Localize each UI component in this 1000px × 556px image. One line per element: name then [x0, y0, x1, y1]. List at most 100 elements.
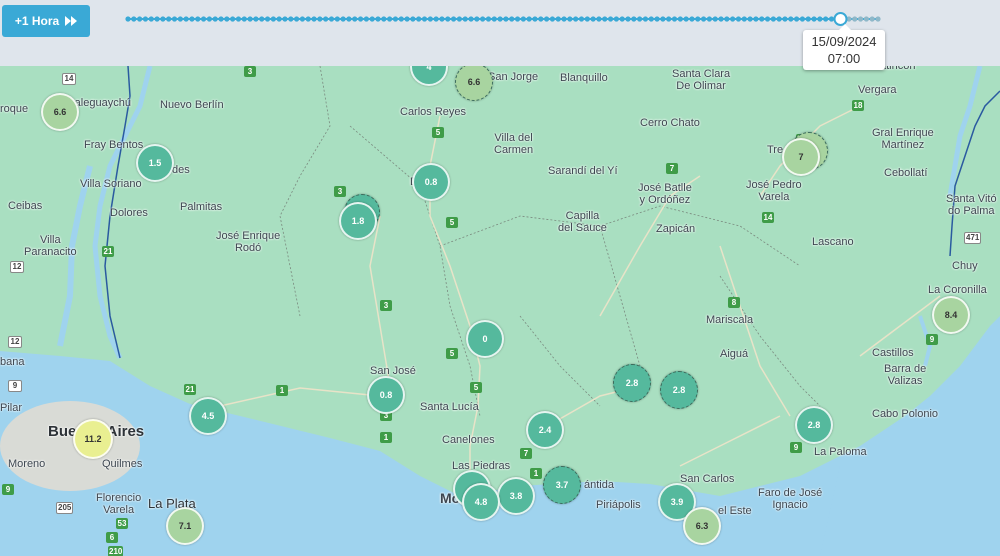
route-shield: 21 [102, 246, 114, 257]
place-label: Zapicán [656, 223, 696, 235]
value-marker[interactable]: 6.6 [41, 93, 79, 131]
timeline-step [823, 16, 829, 22]
place-label: el Este [718, 505, 752, 517]
value-marker[interactable]: 1.8 [339, 202, 377, 240]
timeline-step [352, 16, 358, 22]
timeline-step [311, 16, 317, 22]
value-marker[interactable]: 0.8 [412, 163, 450, 201]
route-shield: 6 [106, 532, 118, 543]
route-shield: 1 [530, 468, 542, 479]
value-marker[interactable]: 7 [782, 138, 820, 176]
timeline-step [619, 16, 625, 22]
value-marker[interactable]: 2.8 [613, 364, 651, 402]
timeline-step [666, 16, 672, 22]
timeline-step [706, 16, 712, 22]
route-shield: 7 [520, 448, 532, 459]
timeline-step [276, 16, 282, 22]
value-marker[interactable]: 0 [466, 320, 504, 358]
place-label: Quilmes [102, 458, 143, 470]
timeline-step [317, 16, 323, 22]
place-label: Piriápolis [596, 499, 641, 511]
timeline-step [387, 16, 393, 22]
place-label: Nuevo Berlín [160, 99, 224, 111]
timeline-step [375, 16, 381, 22]
place-label: Blanquillo [560, 72, 608, 84]
timeline-step [212, 16, 218, 22]
timeline-step [759, 16, 765, 22]
timeline-step [509, 16, 515, 22]
timeline-step [747, 16, 753, 22]
value-marker[interactable]: 6.3 [683, 507, 721, 545]
timeline-step [166, 16, 172, 22]
place-label: José Pedro Varela [746, 179, 802, 203]
value-marker[interactable]: 8.4 [932, 296, 970, 334]
route-shield: 210 [108, 546, 124, 556]
timeline-step [497, 16, 503, 22]
place-label: San José [370, 365, 416, 377]
timeline-step [613, 16, 619, 22]
timeline-step [328, 16, 335, 22]
timeline-step [189, 16, 195, 22]
place-label: José Batlle y Ordóñez [638, 182, 692, 206]
value-marker[interactable]: 2.8 [660, 371, 698, 409]
timeline-step [817, 16, 823, 22]
timeline-step [642, 16, 649, 22]
place-label: Capilla del Sauce [558, 210, 607, 234]
value-marker[interactable]: 3.8 [497, 477, 535, 515]
timeline-step [788, 16, 794, 22]
value-marker[interactable]: 2.4 [526, 411, 564, 449]
timeline-step [863, 16, 869, 22]
place-label: La Paloma [814, 446, 867, 458]
tooltip-date: 15/09/2024 [811, 34, 877, 49]
timeline-step [154, 16, 160, 22]
value-marker[interactable]: 7.1 [166, 507, 204, 545]
value-marker[interactable]: 11.2 [73, 419, 113, 459]
timeline-step [480, 16, 486, 22]
timeline-step [730, 16, 736, 22]
place-label: Aiguá [720, 348, 749, 360]
place-label: Gral Enrique Martínez [872, 127, 934, 151]
value-marker[interactable]: 3.7 [543, 466, 581, 504]
timeline-step [590, 16, 596, 22]
place-label: Carlos Reyes [400, 106, 467, 118]
place-label: La Coronilla [928, 284, 987, 296]
value-marker[interactable]: 0.8 [367, 376, 405, 414]
timeline-step [462, 16, 468, 22]
timeline-step [753, 16, 759, 22]
timeline-step [596, 16, 602, 22]
place-label: roque [0, 103, 29, 115]
timeline-step [340, 16, 346, 22]
value-marker[interactable]: 2.8 [795, 406, 833, 444]
timeline-step [735, 16, 742, 22]
timeline-step [782, 16, 788, 22]
timeline-step [421, 16, 428, 22]
timeline-step [183, 16, 189, 22]
timeline-step [549, 16, 556, 22]
timeline-step [637, 16, 643, 22]
route-shield: 7 [666, 163, 678, 174]
place-label: Santa Clara De Olimar [672, 68, 731, 92]
place-label: Palmitas [180, 201, 223, 213]
timeline-step [660, 16, 666, 22]
value-marker[interactable]: 1.5 [136, 144, 174, 182]
timeline-step [433, 16, 439, 22]
timeline-step [677, 16, 683, 22]
route-shield: 12 [10, 261, 24, 273]
timeline-step [852, 16, 858, 22]
place-label: Cerro Chato [640, 117, 700, 129]
route-shield: 12 [8, 336, 22, 348]
place-label: atincon [880, 66, 916, 72]
route-shield: 5 [432, 127, 444, 138]
value-marker[interactable]: 4.8 [462, 483, 500, 521]
route-shield: 3 [244, 66, 256, 77]
place-label: Santa Vitó do Palma [946, 193, 997, 217]
timeline-step [427, 16, 433, 22]
timeline-step [828, 16, 835, 22]
place-label: Villa Soriano [80, 178, 142, 190]
map-area[interactable]: roque Gualeguaychú Nuevo Berlín San Jorg… [0, 66, 1000, 556]
value-marker[interactable]: 4.5 [189, 397, 227, 435]
timeline-step [631, 16, 637, 22]
route-shield: 3 [334, 186, 346, 197]
place-label: Cabo Polonio [872, 408, 939, 420]
place-label: Florencio Varela [96, 492, 142, 516]
